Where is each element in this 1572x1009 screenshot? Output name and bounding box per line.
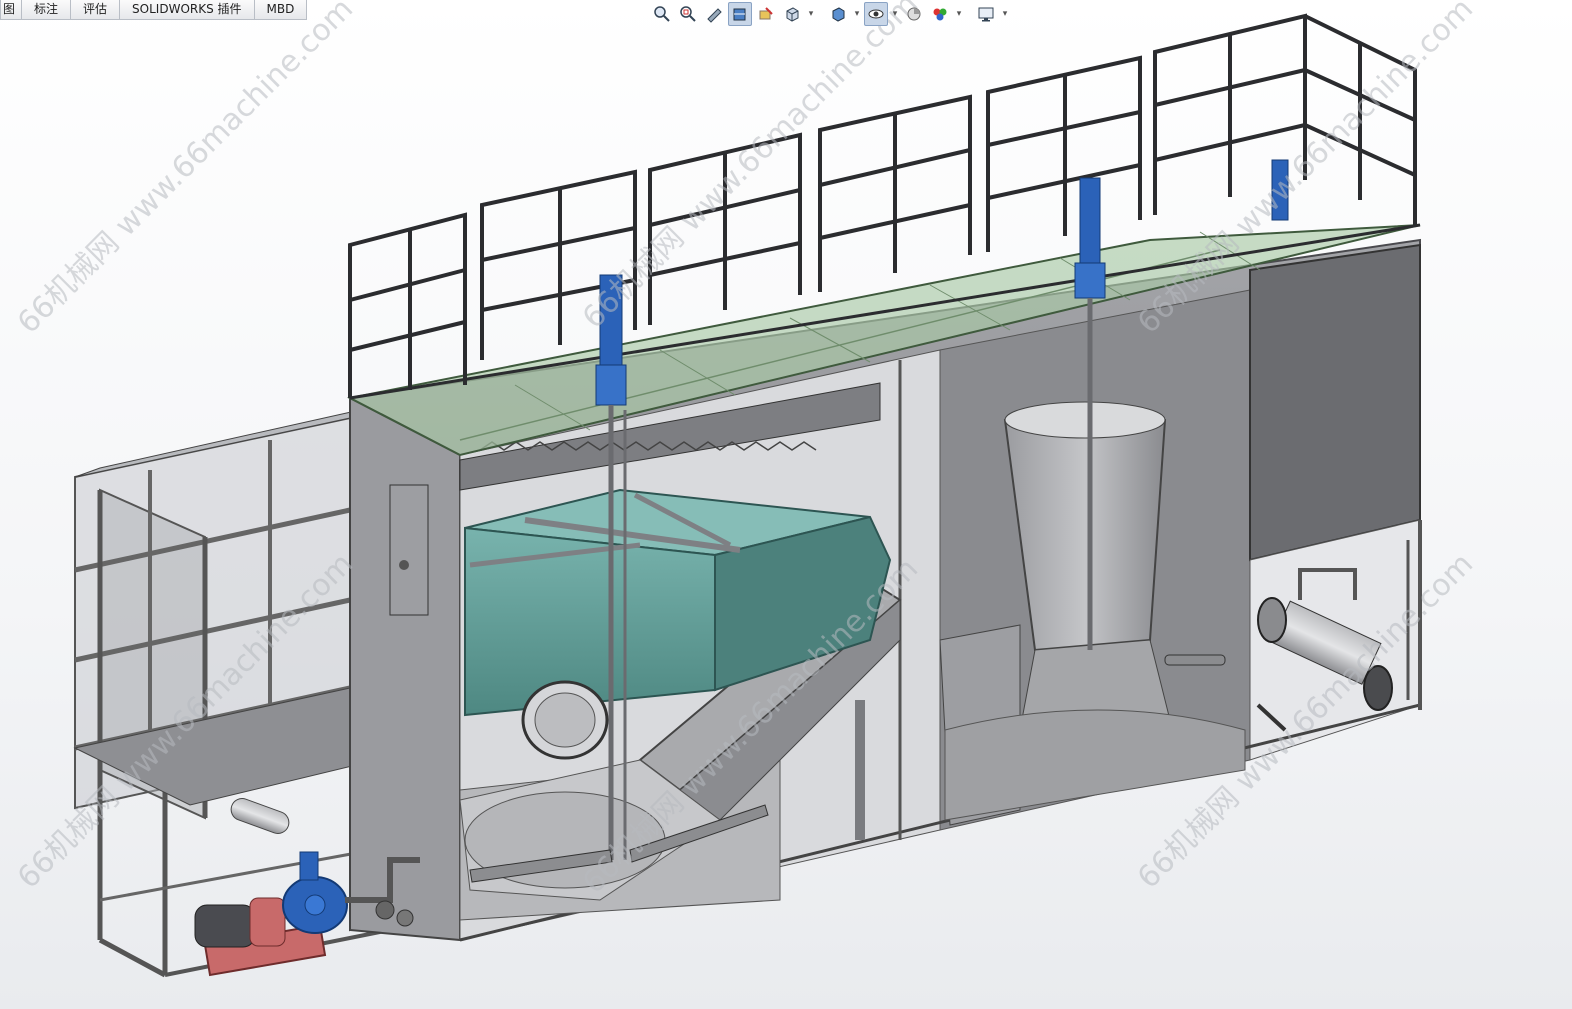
tab-mbd[interactable]: MBD — [253, 0, 308, 20]
dynamic-annotation-icon[interactable] — [754, 2, 778, 26]
tab-evaluate[interactable]: 评估 — [70, 0, 121, 20]
view-settings-icon[interactable] — [974, 2, 998, 26]
zoom-to-fit-icon[interactable] — [650, 2, 674, 26]
chevron-down-icon[interactable]: ▾ — [890, 9, 900, 19]
tab-markup[interactable]: 标注 — [21, 0, 72, 20]
chevron-down-icon[interactable]: ▾ — [954, 9, 964, 19]
previous-view-icon[interactable] — [702, 2, 726, 26]
tab-view[interactable]: 图 — [0, 0, 23, 20]
command-manager-tabs: 图 标注 评估 SOLIDWORKS 插件 MBD — [0, 0, 308, 20]
heads-up-view-toolbar: ▾ ▾ ▾ ▾ ▾ — [650, 2, 1010, 26]
apply-scene-icon[interactable] — [928, 2, 952, 26]
edit-appearance-icon[interactable] — [902, 2, 926, 26]
hide-show-items-icon[interactable] — [864, 2, 888, 26]
section-view-icon[interactable] — [728, 2, 752, 26]
cad-viewport[interactable]: 66机械网 www.66machine.com 66机械网 www.66mach… — [0, 0, 1572, 1009]
chevron-down-icon[interactable]: ▾ — [1000, 9, 1010, 19]
tab-solidworks-addins[interactable]: SOLIDWORKS 插件 — [119, 0, 255, 20]
watermark-text: 66机械网 www.66machine.com — [11, 0, 360, 341]
view-orientation-icon[interactable] — [780, 2, 804, 26]
zoom-to-area-icon[interactable] — [676, 2, 700, 26]
chevron-down-icon[interactable]: ▾ — [852, 9, 862, 19]
watermark-text: 66机械网 www.66machine.com — [576, 0, 925, 336]
display-style-icon[interactable] — [826, 2, 850, 26]
chevron-down-icon[interactable]: ▾ — [806, 9, 816, 19]
